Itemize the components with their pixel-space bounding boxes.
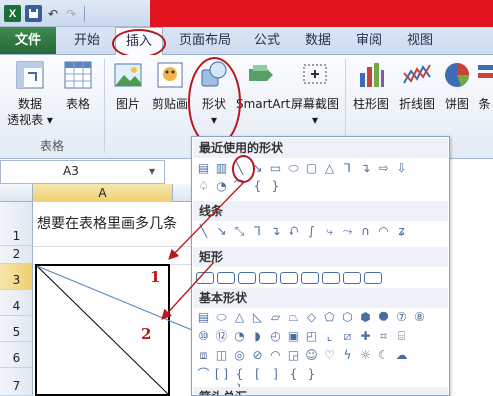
annotation-arrow-1 <box>168 181 245 260</box>
annotation-overlay <box>161 181 245 320</box>
annotation-label-2: 2 <box>141 325 152 343</box>
annotation-label-1: 1 <box>150 268 161 286</box>
excel-window: X ↶ ↷ 文件 开始 插入 页面布局 公式 数据 审阅 视图 数据 透视表 ▾… <box>0 0 493 396</box>
annotation-arrow-2 <box>161 261 215 320</box>
